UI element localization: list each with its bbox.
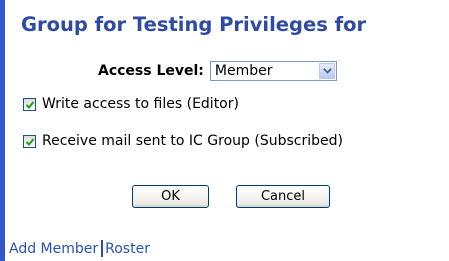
access-level-value: Member [214,63,273,79]
write-access-checkbox[interactable] [23,97,36,111]
checkmark-icon [25,100,35,109]
dropdown-arrow-button[interactable] [318,63,335,79]
receive-mail-checkbox[interactable] [23,134,36,148]
footer-links: Add Member Roster [9,240,150,257]
roster-link[interactable]: Roster [105,241,150,257]
option-write-access[interactable]: Write access to files (Editor) [23,96,239,112]
add-member-link[interactable]: Add Member [9,241,98,257]
write-access-label: Write access to files (Editor) [42,96,239,112]
link-separator [101,240,104,257]
ok-button[interactable]: OK [132,185,209,208]
access-level-row: Access Level: Member [98,60,337,82]
access-level-label: Access Level: [98,63,204,79]
left-accent-bar [0,0,5,261]
receive-mail-label: Receive mail sent to IC Group (Subscribe… [42,133,343,149]
checkmark-icon [25,137,35,146]
access-level-select[interactable]: Member [209,61,337,81]
chevron-down-icon [323,68,332,74]
option-receive-mail[interactable]: Receive mail sent to IC Group (Subscribe… [23,133,343,149]
cancel-button[interactable]: Cancel [236,185,330,208]
page-title: Group for Testing Privileges for [21,13,367,36]
